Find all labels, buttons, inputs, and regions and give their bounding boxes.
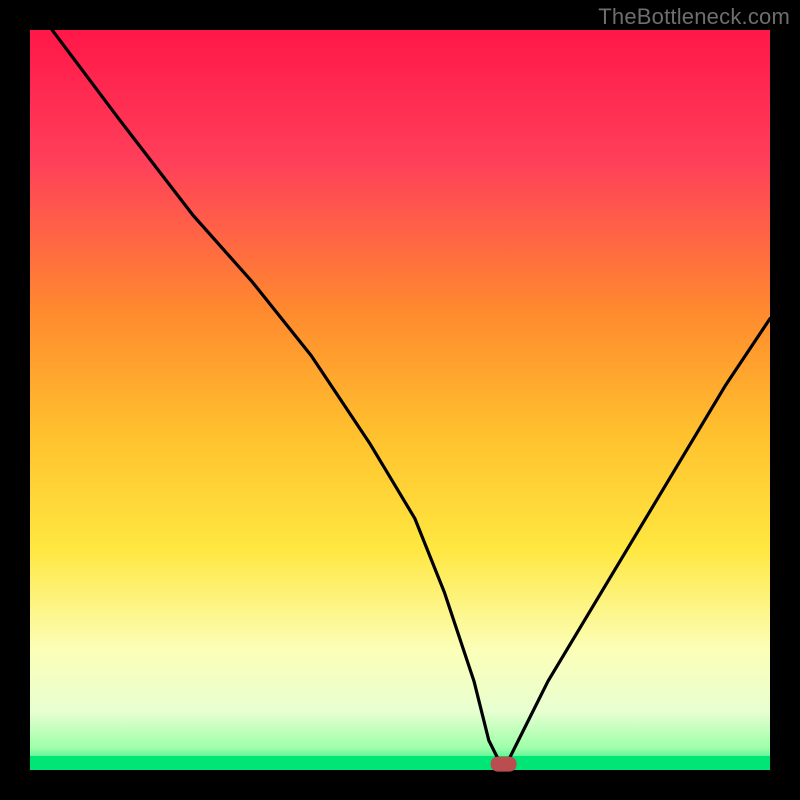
plot-background (30, 30, 770, 770)
chart-svg (0, 0, 800, 800)
watermark-text: TheBottleneck.com (598, 4, 790, 30)
chart-frame: TheBottleneck.com (0, 0, 800, 800)
green-band (30, 756, 770, 770)
optimum-marker (491, 757, 517, 772)
